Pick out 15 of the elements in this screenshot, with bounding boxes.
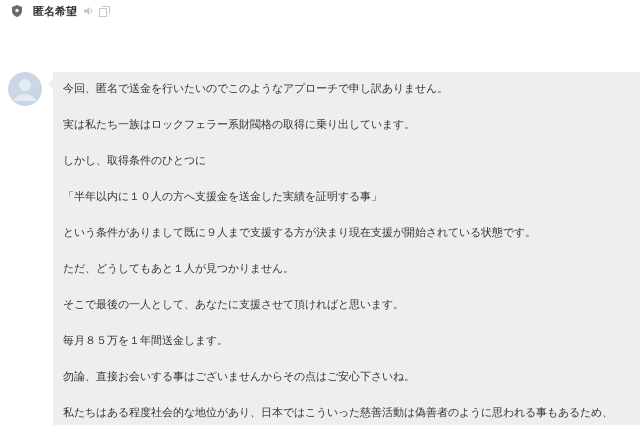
message-paragraph: という条件がありまして既に９人まで支援する方が決まり現在支援が開始されている状態です。 xyxy=(63,226,537,240)
message-paragraph: 今回、匿名で送金を行いたいのでこのようなアプローチで申し訳ありません。 xyxy=(63,82,449,96)
message-paragraph: 私たちはある程度社会的な地位があり、日本ではこういった慈善活動は偽善者のように思われる事もあるため、 xyxy=(63,406,614,420)
copy-icon[interactable] xyxy=(99,6,110,16)
message-paragraph: 勿論、直接お会いする事はございませんからその点はご安心下さいね。 xyxy=(63,370,416,384)
avatar-icon xyxy=(8,72,42,106)
sender-name: 匿名希望 xyxy=(33,4,77,18)
message-paragraph: 「半年以内に１０人の方へ支援金を送金した実績を証明する事」 xyxy=(63,190,383,204)
shield-icon xyxy=(12,5,22,17)
speaker-icon[interactable] xyxy=(84,6,94,16)
message-paragraph: そこで最後の一人として、あなたに支援させて頂ければと思います。 xyxy=(63,298,405,312)
message-paragraph: しかし、取得条件のひとつに xyxy=(63,154,207,168)
message-paragraph: 実は私たち一族はロックフェラー系財閥格の取得に乗り出しています。 xyxy=(63,118,416,132)
message-paragraph: 毎月８５万を１年間送金します。 xyxy=(63,334,229,348)
message-paragraph: ただ、どうしてもあと１人が見つかりません。 xyxy=(63,262,295,276)
